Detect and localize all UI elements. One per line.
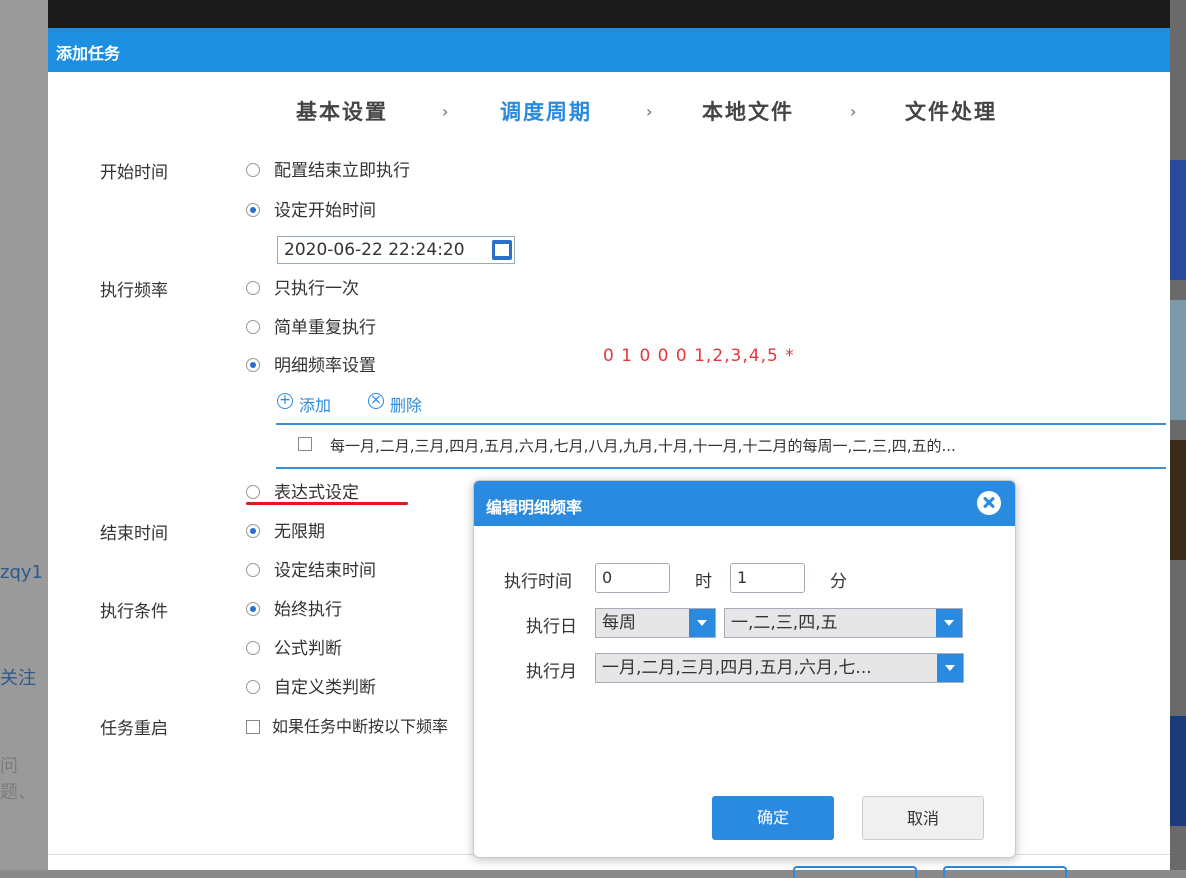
add-label: 添加 <box>299 396 332 415</box>
calendar-icon[interactable] <box>492 240 512 260</box>
radio-label: 表达式设定 <box>274 483 359 503</box>
radio-label: 公式判断 <box>274 639 342 659</box>
cron-expression-annotation: 0 1 0 0 0 1,2,3,4,5 * <box>603 346 795 366</box>
close-circle-icon: × <box>368 393 384 409</box>
radio-button[interactable] <box>246 320 260 334</box>
step-local-file[interactable]: 本地文件 <box>702 96 794 126</box>
start-datetime-input[interactable]: 2020-06-22 22:24:20 <box>277 236 515 264</box>
red-underline-annotation <box>246 502 408 505</box>
radio-simple-repeat[interactable]: 简单重复执行 <box>246 317 376 339</box>
radio-run-once[interactable]: 只执行一次 <box>246 278 359 300</box>
exec-time-label: 执行时间 <box>504 572 572 592</box>
chevron-down-icon[interactable] <box>937 654 963 682</box>
plus-circle-icon: + <box>277 393 293 409</box>
start-time-label: 开始时间 <box>100 163 168 183</box>
exec-cond-label: 执行条件 <box>100 602 168 622</box>
add-frequency-link[interactable]: + 添加 <box>277 392 331 416</box>
radio-unlimited[interactable]: 无限期 <box>246 521 325 543</box>
step-separator: › <box>442 102 449 121</box>
modal-title-bar: 编辑明细频率 <box>474 481 1015 526</box>
exec-month-label: 执行月 <box>526 662 577 682</box>
wizard-steps: 基本设置 › 调度周期 › 本地文件 › 文件处理 <box>48 96 1170 126</box>
restart-checkbox-option[interactable]: 如果任务中断按以下频率 <box>246 716 448 738</box>
radio-label: 自定义类判断 <box>274 678 376 698</box>
frequency-list: 每一月,二月,三月,四月,五月,六月,七月,八月,九月,十月,十一月,十二月的每… <box>276 423 1166 469</box>
radio-button[interactable] <box>246 602 260 616</box>
background-page-right <box>1170 0 1186 870</box>
radio-button[interactable] <box>246 281 260 295</box>
radio-button[interactable] <box>246 680 260 694</box>
end-time-label: 结束时间 <box>100 524 168 544</box>
edit-frequency-modal: 编辑明细频率 执行时间 0 时 1 分 执行日 每周 一,二,三,四,五 执行月… <box>473 480 1016 858</box>
delete-frequency-link[interactable]: × 删除 <box>368 392 422 416</box>
radio-label: 只执行一次 <box>274 279 359 299</box>
chevron-down-icon[interactable] <box>689 609 715 637</box>
background-text: zqy1 <box>0 562 43 583</box>
radio-start-immediately[interactable]: 配置结束立即执行 <box>246 160 410 182</box>
radio-label: 配置结束立即执行 <box>274 161 410 181</box>
minute-unit: 分 <box>830 572 847 592</box>
exec-day-label: 执行日 <box>526 617 577 637</box>
restart-text: 如果任务中断按以下频率 <box>272 717 449 736</box>
step-file-processing[interactable]: 文件处理 <box>905 96 997 126</box>
chevron-down-icon[interactable] <box>936 609 962 637</box>
radio-label: 设定结束时间 <box>274 561 376 581</box>
dialog-title: 添加任务 <box>56 44 121 63</box>
radio-set-end-time[interactable]: 设定结束时间 <box>246 560 376 582</box>
day-type-select[interactable]: 每周 <box>595 608 716 638</box>
background-text: 问题、 <box>0 756 36 803</box>
radio-button[interactable] <box>246 163 260 177</box>
dialog-title-bar: 添加任务 <box>48 28 1170 72</box>
task-restart-label: 任务重启 <box>100 719 168 739</box>
radio-expression-setting[interactable]: 表达式设定 <box>246 482 359 504</box>
step-basic-settings[interactable]: 基本设置 <box>296 96 388 126</box>
background-page-left: zqy1 关注 问题、 <box>0 0 48 870</box>
radio-label: 明细频率设置 <box>274 356 376 376</box>
ok-button[interactable]: 确定 <box>712 796 834 840</box>
step-separator: › <box>646 102 653 121</box>
radio-label: 始终执行 <box>274 600 342 620</box>
radio-button[interactable] <box>246 524 260 538</box>
background-text: 关注 <box>0 668 36 689</box>
radio-label: 无限期 <box>274 522 325 542</box>
radio-formula-condition[interactable]: 公式判断 <box>246 638 342 660</box>
step-schedule-cycle[interactable]: 调度周期 <box>500 96 592 126</box>
months-select[interactable]: 一月,二月,三月,四月,五月,六月,七... <box>595 653 964 683</box>
hour-input[interactable]: 0 <box>595 563 670 593</box>
frequency-row-text: 每一月,二月,三月,四月,五月,六月,七月,八月,九月,十月,十一月,十二月的每… <box>330 437 956 455</box>
radio-button[interactable] <box>246 485 260 499</box>
radio-detailed-frequency[interactable]: 明细频率设置 <box>246 355 376 377</box>
close-icon[interactable] <box>977 491 1001 515</box>
start-datetime-value: 2020-06-22 22:24:20 <box>284 240 465 260</box>
days-select[interactable]: 一,二,三,四,五 <box>724 608 963 638</box>
radio-always-execute[interactable]: 始终执行 <box>246 599 342 621</box>
radio-button[interactable] <box>246 203 260 217</box>
radio-label: 设定开始时间 <box>274 201 376 221</box>
days-value: 一,二,三,四,五 <box>731 613 838 633</box>
background-top-bar <box>48 0 1170 28</box>
exec-freq-label: 执行频率 <box>100 281 168 301</box>
delete-label: 删除 <box>390 396 423 415</box>
radio-button[interactable] <box>246 358 260 372</box>
row-checkbox[interactable] <box>298 437 312 451</box>
footer-button[interactable] <box>943 866 1067 878</box>
footer-button[interactable] <box>793 866 917 878</box>
restart-checkbox[interactable] <box>246 720 260 734</box>
day-type-value: 每周 <box>602 613 636 633</box>
radio-label: 简单重复执行 <box>274 318 376 338</box>
months-value: 一月,二月,三月,四月,五月,六月,七... <box>602 658 872 678</box>
radio-button[interactable] <box>246 641 260 655</box>
radio-custom-class-condition[interactable]: 自定义类判断 <box>246 677 376 699</box>
modal-title: 编辑明细频率 <box>486 498 583 517</box>
step-separator: › <box>850 102 857 121</box>
list-item[interactable]: 每一月,二月,三月,四月,五月,六月,七月,八月,九月,十月,十一月,十二月的每… <box>298 435 956 456</box>
radio-button[interactable] <box>246 563 260 577</box>
radio-set-start-time[interactable]: 设定开始时间 <box>246 200 376 222</box>
cancel-button[interactable]: 取消 <box>862 796 984 840</box>
hour-unit: 时 <box>695 572 712 592</box>
minute-input[interactable]: 1 <box>730 563 805 593</box>
